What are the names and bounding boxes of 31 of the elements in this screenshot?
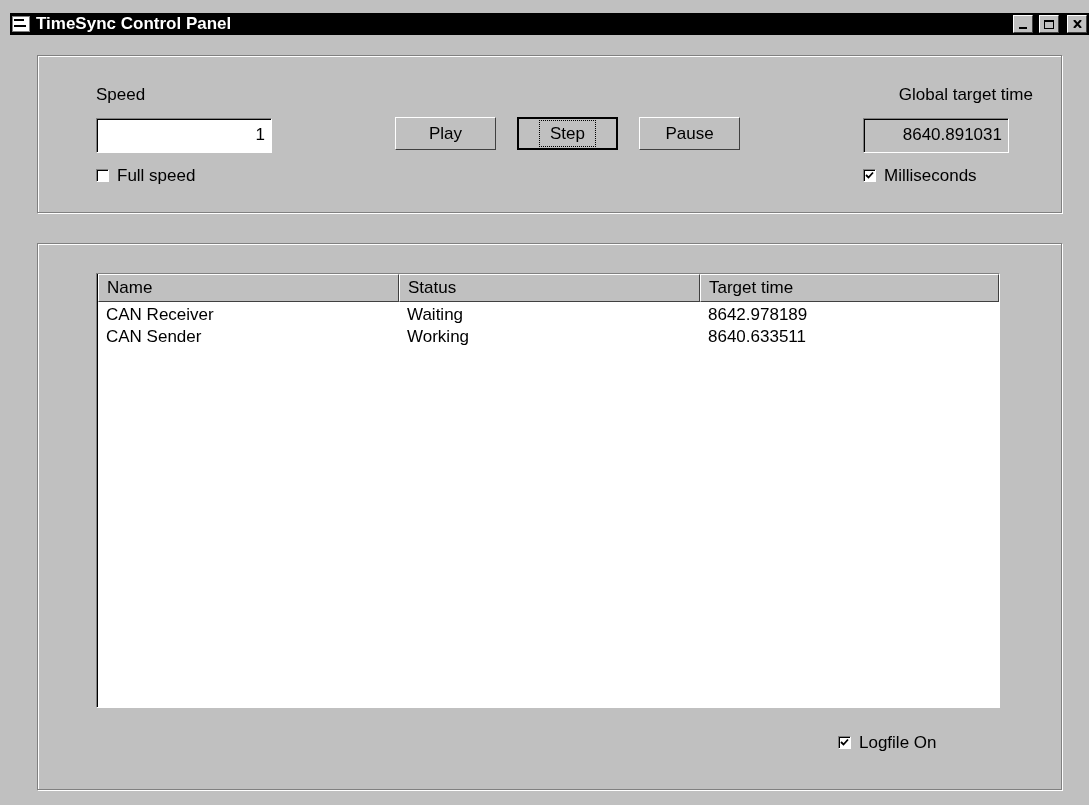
checkbox-label: Logfile On xyxy=(859,732,937,754)
speed-label: Speed xyxy=(96,84,147,106)
column-header[interactable]: Status xyxy=(399,274,700,302)
global-target-field: 8640.891031 xyxy=(863,117,1009,153)
table-cell: Waiting xyxy=(407,305,464,324)
table-cell: 8640.633511 xyxy=(708,327,806,346)
close-button[interactable] xyxy=(1067,15,1087,33)
toolbar-button[interactable]: Step xyxy=(517,117,618,150)
checkbox[interactable] xyxy=(96,168,109,182)
toolbar-button[interactable]: Pause xyxy=(639,117,740,150)
checkmark-icon xyxy=(840,738,849,748)
maximize-button[interactable] xyxy=(1039,15,1059,33)
checkbox-label: Full speed xyxy=(117,164,196,187)
column-header[interactable]: Target time xyxy=(700,274,999,302)
table-cell: Working xyxy=(407,327,470,346)
checkbox[interactable] xyxy=(838,736,851,750)
speed-field[interactable]: 1 xyxy=(96,117,272,153)
checkbox-label: Milliseconds xyxy=(884,164,977,187)
close-icon xyxy=(1072,20,1082,28)
table-cell: CAN Sender xyxy=(106,327,202,346)
global-target-label: Global target time xyxy=(898,84,1033,106)
window-title: TimeSync Control Panel xyxy=(36,13,233,36)
table-cell: 8642.978189 xyxy=(708,305,808,324)
toolbar-button[interactable]: Play xyxy=(395,117,496,150)
maximize-icon xyxy=(1044,19,1054,29)
checkmark-icon xyxy=(865,170,874,180)
minimize-button[interactable] xyxy=(1013,15,1033,33)
column-header[interactable]: Name xyxy=(98,274,399,302)
checkbox[interactable] xyxy=(863,168,876,182)
minimize-icon xyxy=(1019,27,1027,29)
table-cell: CAN Receiver xyxy=(106,305,214,324)
